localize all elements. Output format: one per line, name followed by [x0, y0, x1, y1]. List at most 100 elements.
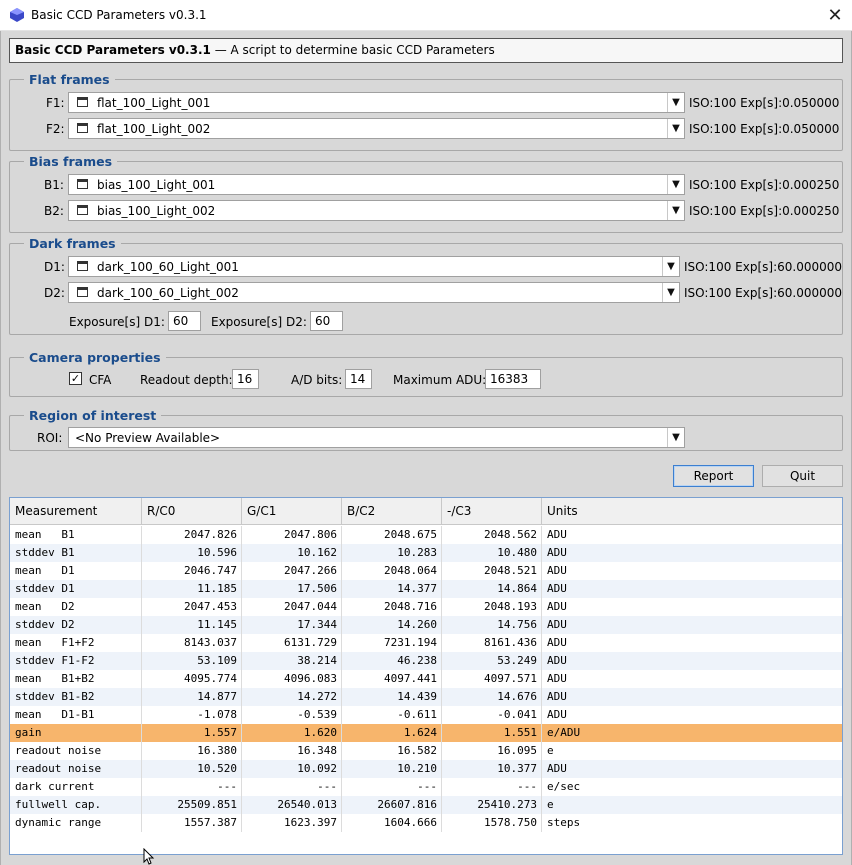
exposure-d1-label: Exposure[s] D1: — [69, 315, 165, 329]
cell-r-c0: 8143.037 — [142, 634, 242, 652]
d1-select[interactable]: dark_100_60_Light_001 ▼ — [68, 256, 680, 277]
bias-frames-legend: Bias frames — [24, 154, 118, 169]
exposure-d2-input[interactable]: 60 — [310, 311, 343, 331]
f1-label: F1: — [46, 96, 65, 110]
cell-b-c2: 14.439 — [342, 688, 442, 706]
close-icon[interactable]: ✕ — [818, 0, 852, 31]
camera-properties-legend: Camera properties — [24, 350, 166, 365]
table-row[interactable]: mean D2 2047.453 2047.044 2048.716 2048.193 A… — [10, 598, 842, 616]
d2-info: ISO:100 Exp[s]:60.000000 — [684, 286, 843, 300]
table-row[interactable]: mean D1-B1 -1.078 -0.539 -0.611 -0.041 ADU — [10, 706, 842, 724]
table-row[interactable]: fullwell cap. 25509.851 26540.013 26607.816… — [10, 796, 842, 814]
image-window-icon — [77, 261, 88, 271]
table-row[interactable]: mean B1 2047.826 2047.806 2048.675 2048.562 A… — [10, 526, 842, 544]
cell-c3: 1578.750 — [442, 814, 542, 832]
chevron-down-icon[interactable]: ▼ — [667, 175, 684, 194]
b1-select[interactable]: bias_100_Light_001 ▼ — [68, 174, 685, 195]
cell-r-c0: 1.557 — [142, 724, 242, 742]
script-name: Basic CCD Parameters v0.3.1 — [15, 43, 211, 57]
cell-c3: --- — [442, 778, 542, 796]
cell-units: ADU — [547, 528, 567, 541]
column-header-r-c0[interactable]: R/C0 — [142, 498, 242, 525]
table-row[interactable]: gain 1.557 1.620 1.624 1.551 e/ADU — [10, 724, 842, 742]
chevron-down-icon[interactable]: ▼ — [662, 257, 679, 276]
column-header-g-c1[interactable]: G/C1 — [242, 498, 342, 525]
cell-units: e/sec — [547, 780, 581, 793]
results-table[interactable]: Measurement R/C0 G/C1 B/C2 -/C3 Units me… — [9, 497, 843, 855]
cell-measurement: mean B1+B2 — [10, 670, 142, 688]
chevron-down-icon[interactable]: ▼ — [662, 283, 679, 302]
app-icon — [10, 8, 24, 22]
b2-select[interactable]: bias_100_Light_002 ▼ — [68, 200, 685, 221]
table-row[interactable]: stddev D1 11.185 17.506 14.377 14.864 ADU — [10, 580, 842, 598]
f2-select[interactable]: flat_100_Light_002 ▼ — [68, 118, 685, 139]
table-row[interactable]: stddev D2 11.145 17.344 14.260 14.756 ADU — [10, 616, 842, 634]
ad-bits-input[interactable]: 14 — [345, 369, 372, 389]
cell-r-c0: -1.078 — [142, 706, 242, 724]
table-row[interactable]: readout noise 16.380 16.348 16.582 16.095 e — [10, 742, 842, 760]
d2-select[interactable]: dark_100_60_Light_002 ▼ — [68, 282, 680, 303]
chevron-down-icon[interactable]: ▼ — [667, 119, 684, 138]
table-row[interactable]: stddev B1-B2 14.877 14.272 14.439 14.676 ADU — [10, 688, 842, 706]
roi-select[interactable]: <No Preview Available> ▼ — [68, 427, 685, 448]
cell-b-c2: 1.624 — [342, 724, 442, 742]
cfa-checkbox[interactable]: ✓ — [69, 372, 82, 385]
cell-g-c1: 1.620 — [242, 724, 342, 742]
table-row[interactable]: dynamic range 1557.387 1623.397 1604.666 157… — [10, 814, 842, 832]
cell-units: ADU — [547, 564, 567, 577]
table-row[interactable]: mean D1 2046.747 2047.266 2048.064 2048.521 A… — [10, 562, 842, 580]
cell-measurement: readout noise — [10, 742, 142, 760]
bias-frames-group: Bias frames — [9, 154, 843, 233]
cell-c3: 8161.436 — [442, 634, 542, 652]
maximum-adu-input[interactable]: 16383 — [485, 369, 541, 389]
cell-measurement: mean F1+F2 — [10, 634, 142, 652]
image-window-icon — [77, 97, 88, 107]
table-row[interactable]: readout noise 10.520 10.092 10.210 10.377 ADU — [10, 760, 842, 778]
chevron-down-icon[interactable]: ▼ — [667, 428, 684, 447]
cell-c3: 2048.193 — [442, 598, 542, 616]
f2-info: ISO:100 Exp[s]:0.050000 — [689, 122, 840, 136]
column-header-c3[interactable]: -/C3 — [442, 498, 542, 525]
b2-value: bias_100_Light_002 — [97, 204, 216, 218]
cell-units: ADU — [547, 654, 567, 667]
table-row[interactable]: dark current --- --- --- --- e/sec — [10, 778, 842, 796]
cell-b-c2: 14.260 — [342, 616, 442, 634]
cell-measurement: fullwell cap. — [10, 796, 142, 814]
column-header-units[interactable]: Units — [542, 498, 842, 525]
cell-b-c2: 46.238 — [342, 652, 442, 670]
roi-legend: Region of interest — [24, 408, 162, 423]
quit-button[interactable]: Quit — [762, 465, 843, 487]
table-row[interactable]: mean F1+F2 8143.037 6131.729 7231.194 8161.4… — [10, 634, 842, 652]
table-row[interactable]: mean B1+B2 4095.774 4096.083 4097.441 4097.5… — [10, 670, 842, 688]
chevron-down-icon[interactable]: ▼ — [667, 201, 684, 220]
exposure-d1-input[interactable]: 60 — [168, 311, 201, 331]
cell-c3: 4097.571 — [442, 670, 542, 688]
table-row[interactable]: stddev B1 10.596 10.162 10.283 10.480 ADU — [10, 544, 842, 562]
cell-c3: 10.377 — [442, 760, 542, 778]
cell-r-c0: 10.520 — [142, 760, 242, 778]
cell-b-c2: --- — [342, 778, 442, 796]
table-header: Measurement R/C0 G/C1 B/C2 -/C3 Units — [10, 498, 842, 525]
table-row[interactable]: stddev F1-F2 53.109 38.214 46.238 53.249 ADU — [10, 652, 842, 670]
maximum-adu-label: Maximum ADU: — [393, 373, 487, 387]
cell-g-c1: 4096.083 — [242, 670, 342, 688]
f1-select[interactable]: flat_100_Light_001 ▼ — [68, 92, 685, 113]
column-header-b-c2[interactable]: B/C2 — [342, 498, 442, 525]
cell-g-c1: 2047.044 — [242, 598, 342, 616]
cell-g-c1: --- — [242, 778, 342, 796]
cell-c3: 16.095 — [442, 742, 542, 760]
mouse-cursor-icon — [143, 848, 155, 865]
b2-label: B2: — [44, 204, 64, 218]
report-button[interactable]: Report — [673, 465, 754, 487]
f1-info: ISO:100 Exp[s]:0.050000 — [689, 96, 840, 110]
column-header-measurement[interactable]: Measurement — [10, 498, 142, 525]
cell-r-c0: 10.596 — [142, 544, 242, 562]
cell-r-c0: 11.145 — [142, 616, 242, 634]
cell-measurement: mean B1 — [10, 526, 142, 544]
b1-label: B1: — [44, 178, 64, 192]
cell-measurement: stddev D1 — [10, 580, 142, 598]
cell-measurement: mean D1-B1 — [10, 706, 142, 724]
readout-depth-input[interactable]: 16 — [232, 369, 259, 389]
chevron-down-icon[interactable]: ▼ — [667, 93, 684, 112]
cell-g-c1: 10.092 — [242, 760, 342, 778]
